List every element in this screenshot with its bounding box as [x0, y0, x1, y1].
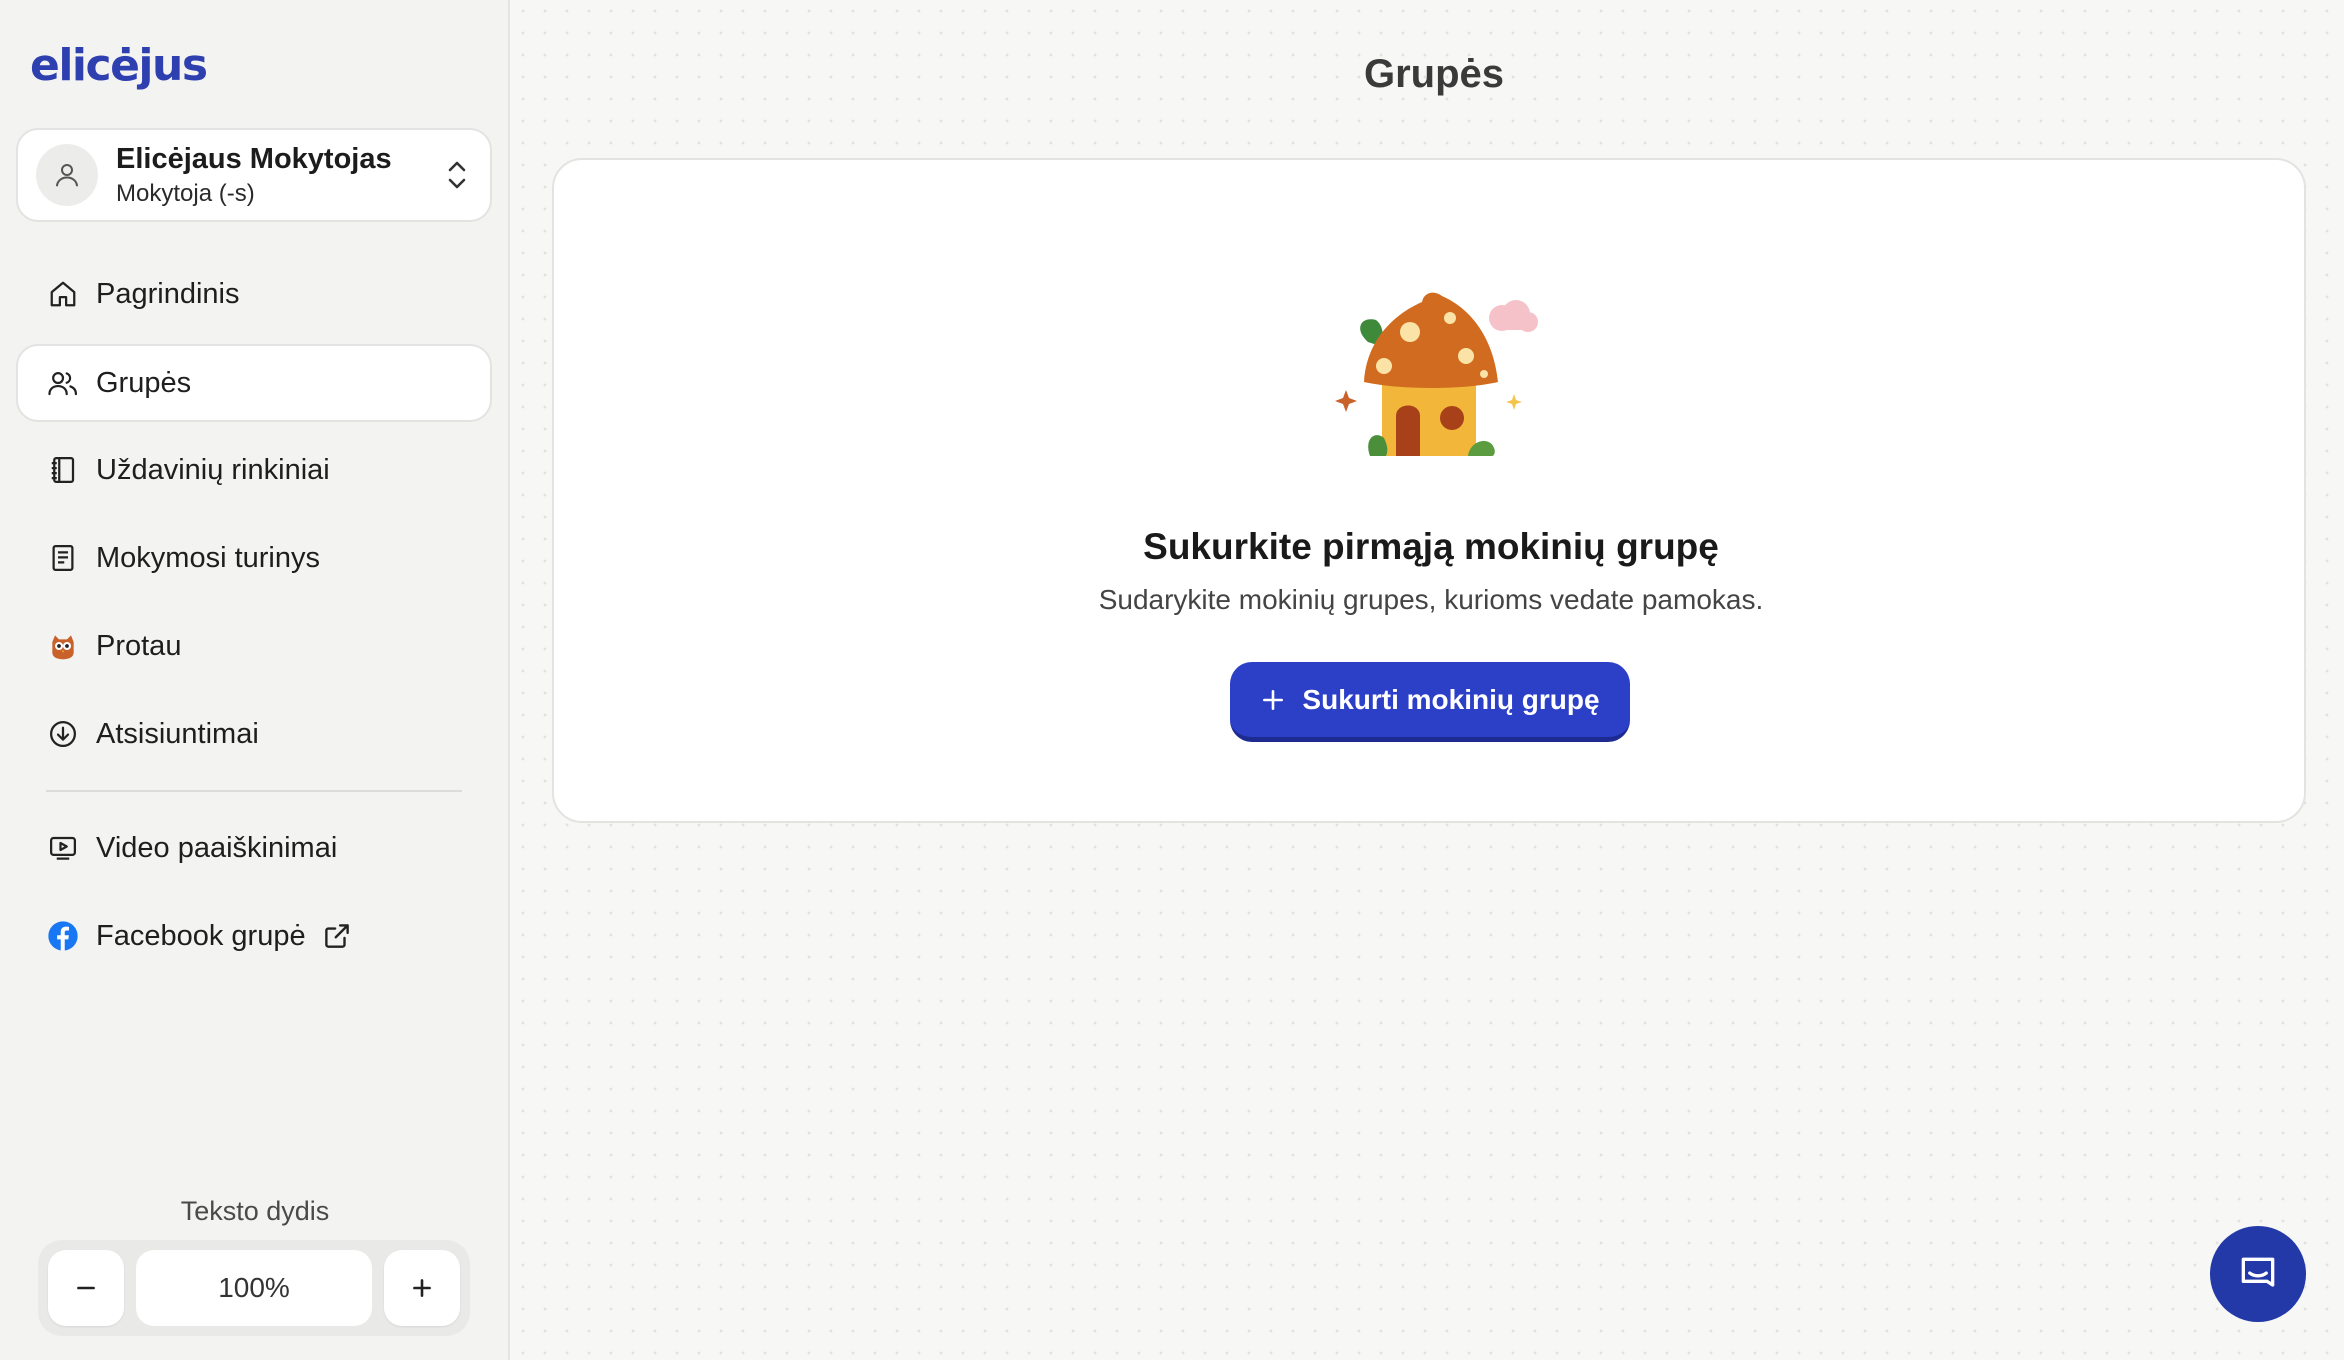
text-size-value: 100% — [136, 1250, 372, 1326]
empty-state-subtitle: Sudarykite mokinių grupes, kurioms vedat… — [1098, 584, 1764, 615]
sidebar-item-label: Grupės — [96, 366, 192, 399]
page-title: Grupės — [1363, 52, 1505, 96]
user-switcher[interactable]: Elicėjaus Mokytojas Mokytoja (-s) — [16, 128, 492, 222]
main-content: Grupės Sukurkite pirmąją mokinių grupę S… — [512, 0, 2344, 1360]
sidebar-item-uzdaviniu-rinkiniai[interactable]: Uždavinių rinkiniai — [16, 431, 492, 509]
facebook-icon — [46, 919, 80, 953]
sidebar-item-label: Facebook grupė — [96, 919, 306, 952]
sidebar-item-label: Atsisiuntimai — [96, 717, 259, 750]
chat-icon — [2241, 1257, 2275, 1287]
sidebar-item-grupes[interactable]: Grupės — [16, 344, 492, 422]
users-icon — [46, 366, 80, 400]
logo[interactable]: elicėjus — [30, 40, 208, 91]
mushroom-house-illustration — [1335, 292, 1538, 456]
sidebar-item-mokymosi-turinys[interactable]: Mokymosi turinys — [16, 519, 492, 597]
document-icon — [46, 541, 80, 575]
sidebar-item-atsisiuntimai[interactable]: Atsisiuntimai — [16, 695, 492, 773]
divider — [46, 790, 462, 792]
increase-text-size-button[interactable] — [384, 1250, 460, 1326]
download-icon — [46, 717, 80, 751]
decrease-text-size-button[interactable] — [48, 1250, 124, 1326]
chat-launcher-button[interactable] — [2210, 1226, 2306, 1322]
avatar — [36, 144, 98, 206]
empty-state-card: Sukurkite pirmąją mokinių grupę Sudaryki… — [552, 158, 2306, 823]
create-group-button[interactable]: Sukurti mokinių grupę — [1230, 662, 1630, 742]
sidebar-item-label: Mokymosi turinys — [96, 541, 320, 574]
sidebar-item-label: Video paaiškinimai — [96, 831, 338, 864]
notebook-icon — [46, 453, 80, 487]
sidebar-item-facebook-grupe[interactable]: Facebook grupė — [16, 897, 492, 975]
external-link-icon — [322, 921, 352, 951]
sidebar-item-protau[interactable]: Protau — [16, 607, 492, 685]
chevron-up-down-icon — [442, 155, 472, 195]
empty-state-title: Sukurkite pirmąją mokinių grupę — [1143, 526, 1719, 567]
minus-icon — [77, 1286, 95, 1290]
text-size-label: Teksto dydis — [180, 1196, 330, 1226]
text-size-control: 100% — [38, 1240, 470, 1336]
create-group-label: Sukurti mokinių grupę — [1302, 683, 1600, 715]
video-icon — [46, 831, 80, 865]
sidebar-item-pagrindinis[interactable]: Pagrindinis — [16, 255, 492, 333]
owl-icon — [46, 629, 80, 663]
home-icon — [46, 277, 80, 311]
user-name: Elicėjaus Mokytojas — [116, 142, 392, 175]
plus-icon — [413, 1279, 431, 1297]
sidebar-item-label: Pagrindinis — [96, 277, 240, 310]
sidebar: elicėjus Elicėjaus Mokytojas Mokytoja (-… — [0, 0, 510, 1360]
user-icon — [56, 164, 78, 187]
user-role: Mokytoja (-s) — [116, 179, 255, 207]
sidebar-item-label: Uždavinių rinkiniai — [96, 453, 330, 486]
sidebar-item-video-paaiskinimai[interactable]: Video paaiškinimai — [16, 809, 492, 887]
sidebar-item-label: Protau — [96, 629, 182, 662]
plus-icon — [1260, 687, 1286, 713]
